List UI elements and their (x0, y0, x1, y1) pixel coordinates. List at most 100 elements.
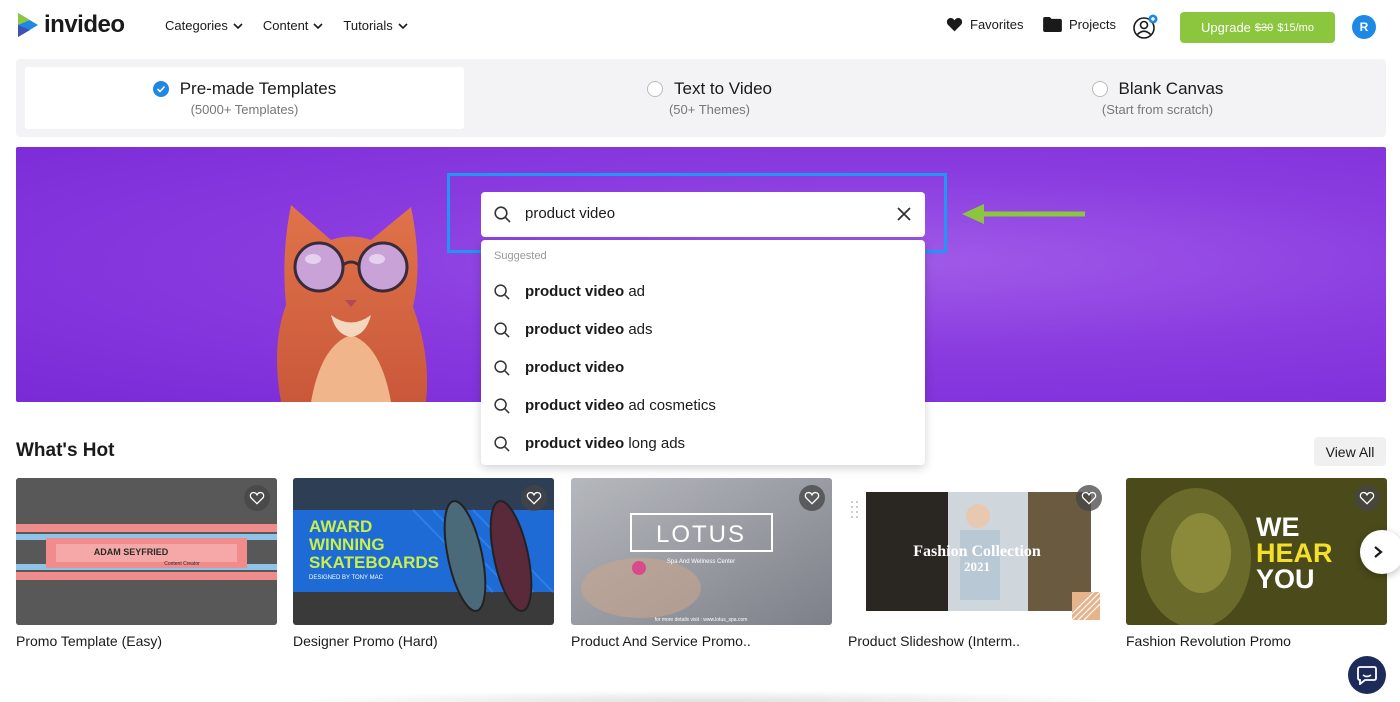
heart-outline-icon (1359, 491, 1375, 505)
thumb-text: YOU (1256, 564, 1315, 594)
suggestion-item[interactable]: product video ad cosmetics (481, 387, 925, 425)
mode-subtitle: (5000+ Templates) (190, 102, 299, 117)
folder-icon (1043, 17, 1062, 32)
suggestion-item[interactable]: product video (481, 349, 925, 387)
favorite-toggle[interactable] (1354, 485, 1380, 511)
template-card[interactable]: AWARD WINNING SKATEBOARDS DESIGNED BY TO… (293, 478, 554, 649)
radio-unchecked-icon[interactable] (647, 81, 663, 97)
thumb-text: DESIGNED BY TONY MAC (309, 575, 384, 581)
heart-icon (946, 18, 963, 32)
favorite-toggle[interactable] (1076, 485, 1102, 511)
thumb-text: AWARD (309, 517, 372, 536)
suggestion-rest: ad cosmetics (624, 397, 716, 414)
bottom-shadow (270, 690, 1150, 702)
radio-unchecked-icon[interactable] (1091, 81, 1108, 97)
thumb-text: for more details visit : www.lotus_spa.c… (655, 617, 748, 623)
template-card[interactable]: WE HEAR YOU Fashion Revolution Promo (1126, 478, 1387, 649)
suggested-label: Suggested (494, 250, 547, 262)
fashion-slideshow-thumbnail-art: Fashion Collection 2021 (848, 478, 1109, 625)
mode-blank-canvas[interactable]: Blank Canvas (Start from scratch) (938, 67, 1377, 129)
template-thumbnail[interactable]: AWARD WINNING SKATEBOARDS DESIGNED BY TO… (293, 478, 554, 625)
checkmark-icon (156, 85, 165, 93)
template-search-input[interactable]: product video (481, 192, 925, 237)
suggestion-text: product video ad cosmetics (525, 397, 716, 414)
favorite-toggle[interactable] (244, 485, 270, 511)
suggestion-item[interactable]: product video ads (481, 311, 925, 349)
search-icon (494, 322, 510, 338)
template-thumbnail[interactable]: WE HEAR YOU (1126, 478, 1387, 625)
suggestion-item[interactable]: product video long ads (481, 425, 925, 463)
nav-categories[interactable]: Categories (165, 18, 243, 33)
template-title[interactable]: Fashion Revolution Promo (1126, 633, 1387, 649)
suggestion-match: product video (525, 283, 625, 300)
search-icon (494, 284, 510, 300)
suggestion-item[interactable]: product video ad (481, 273, 925, 311)
nav-tutorials[interactable]: Tutorials (343, 18, 408, 33)
add-user-icon[interactable] (1132, 14, 1158, 40)
suggestion-text: product video long ads (525, 435, 685, 452)
thumb-text: Spa And Wellness Center (667, 559, 735, 565)
thumb-text: SKATEBOARDS (309, 553, 439, 572)
mode-premade-templates[interactable]: Pre-made Templates (5000+ Templates) (25, 67, 464, 129)
radio-checked-icon[interactable] (152, 81, 169, 97)
thumb-text: 2021 (964, 559, 990, 574)
thumb-text: WINNING (309, 535, 385, 554)
suggestion-rest: ads (624, 321, 653, 338)
thumb-text: LOTUS (656, 521, 746, 548)
upgrade-new-price: $15/mo (1277, 21, 1314, 34)
whats-hot-heading: What's Hot (16, 440, 115, 461)
nav-label: Categories (165, 18, 228, 33)
mode-text-to-video[interactable]: Text to Video (50+ Themes) (490, 67, 929, 129)
nav-label: Content (262, 18, 309, 33)
suggestion-text: product video ads (525, 321, 653, 338)
close-icon[interactable] (897, 207, 911, 221)
template-card[interactable]: Fashion Collection 2021 Product Slidesho… (848, 478, 1109, 649)
top-header: invideo Categories Content Tutorials Fav… (0, 0, 1400, 54)
chevron-down-icon (313, 22, 323, 29)
template-title[interactable]: Promo Template (Easy) (16, 633, 277, 649)
projects-label: Projects (1069, 17, 1116, 32)
main-nav: Categories Content Tutorials (165, 18, 408, 33)
mode-title: Blank Canvas (1118, 79, 1224, 98)
thumb-text: Content Creator (164, 561, 200, 567)
chat-support-button[interactable] (1348, 656, 1386, 694)
nav-content[interactable]: Content (263, 18, 324, 33)
search-icon (494, 436, 510, 452)
template-thumbnail[interactable]: Fashion Collection 2021 (848, 478, 1109, 625)
favorite-toggle[interactable] (521, 485, 547, 511)
suggestion-match: product video (525, 397, 625, 414)
search-icon (494, 206, 511, 223)
template-title[interactable]: Product Slideshow (Interm.. (848, 633, 1109, 649)
favorites-link[interactable]: Favorites (946, 17, 1023, 32)
logo-mark-icon (18, 13, 38, 37)
promo-thumbnail-art: ADAM SEYFRIED Content Creator (16, 478, 277, 625)
template-card[interactable]: LOTUS Spa And Wellness Center for more d… (571, 478, 832, 649)
template-thumbnail[interactable]: LOTUS Spa And Wellness Center for more d… (571, 478, 832, 625)
chevron-right-icon (1374, 546, 1383, 558)
heart-outline-icon (249, 491, 265, 505)
view-all-button[interactable]: View All (1314, 437, 1386, 466)
template-thumbnail[interactable]: ADAM SEYFRIED Content Creator (16, 478, 277, 625)
template-title[interactable]: Designer Promo (Hard) (293, 633, 554, 649)
template-card[interactable]: ADAM SEYFRIED Content Creator Promo Temp… (16, 478, 277, 649)
projects-link[interactable]: Projects (1043, 17, 1116, 32)
spa-thumbnail-art: LOTUS Spa And Wellness Center for more d… (571, 478, 832, 625)
suggestion-match: product video (525, 435, 625, 452)
nav-label: Tutorials (343, 18, 393, 33)
heart-outline-icon (1081, 491, 1097, 505)
search-value[interactable]: product video (525, 205, 615, 222)
mode-subtitle: (50+ Themes) (668, 102, 751, 117)
creation-mode-selector: Pre-made Templates (5000+ Templates) Tex… (16, 59, 1386, 137)
invideo-logo[interactable]: invideo (16, 11, 125, 39)
avatar[interactable]: R (1352, 15, 1376, 39)
template-title[interactable]: Product And Service Promo.. (571, 633, 832, 649)
upgrade-button[interactable]: Upgrade $30 $15/mo (1180, 12, 1335, 43)
suggestion-rest: ad (624, 283, 646, 300)
arrow-left-annotation-icon (962, 204, 1085, 224)
search-icon (494, 398, 510, 414)
carousel-next-button[interactable] (1360, 530, 1400, 574)
favorite-toggle[interactable] (799, 485, 825, 511)
chat-bubble-icon (1357, 665, 1377, 685)
suggestion-match: product video (525, 359, 625, 376)
search-suggestions-dropdown: Suggested product video ad product video… (481, 240, 925, 465)
